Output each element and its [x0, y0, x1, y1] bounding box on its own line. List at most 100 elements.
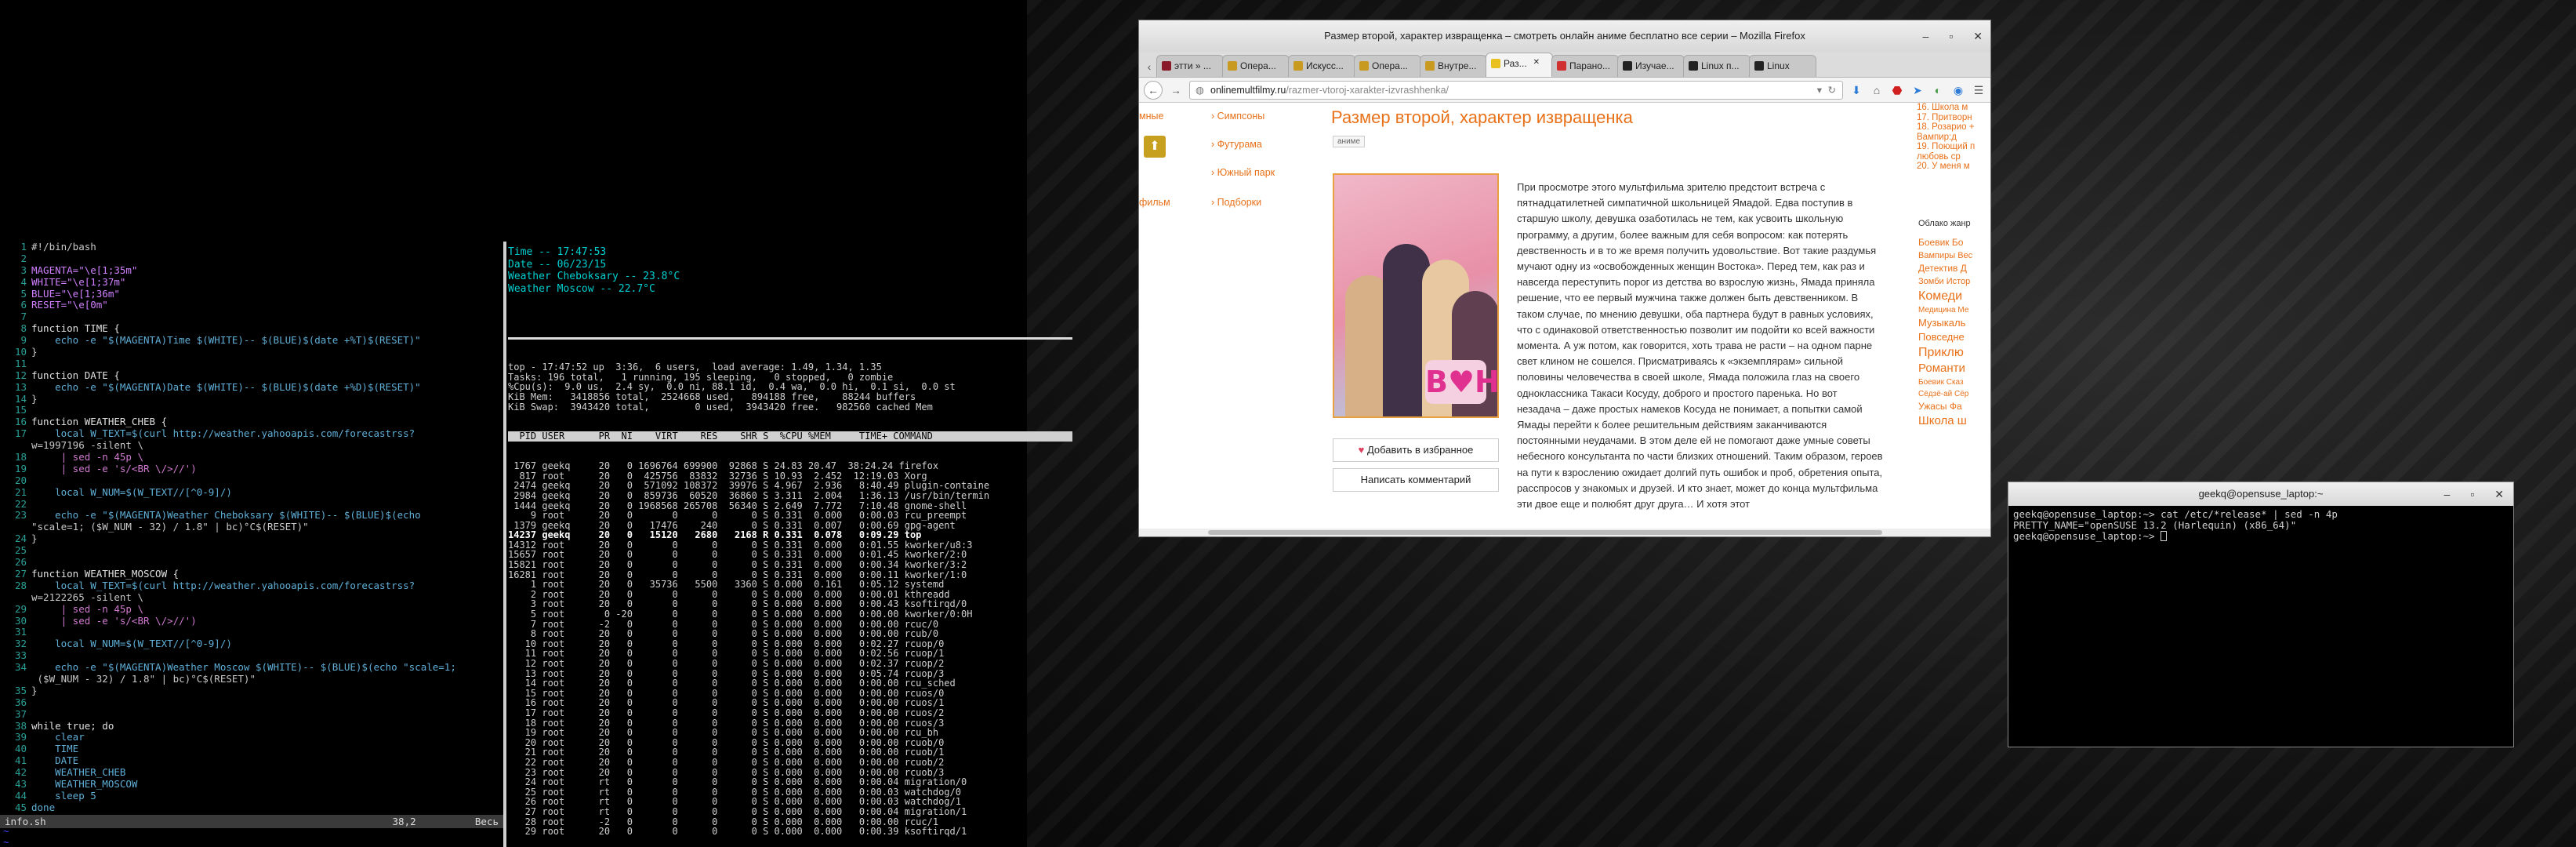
- dropdown-arrow-icon[interactable]: ▾: [1817, 82, 1822, 99]
- write-comment-button[interactable]: Написать комментарий: [1333, 468, 1499, 492]
- browser-tab[interactable]: Опера...: [1222, 55, 1290, 77]
- vim-line: 7: [20, 311, 27, 323]
- minimize-icon[interactable]: –: [1923, 20, 1929, 52]
- browser-tab[interactable]: Раз... ✕: [1486, 53, 1553, 77]
- tab-favicon-icon: [1754, 61, 1764, 71]
- left-menu-item[interactable]: › Симпсоны: [1211, 111, 1264, 122]
- vim-line: 16 function WEATHER_CHEB {: [14, 416, 168, 428]
- top-output[interactable]: top - 17:47:52 up 3:36, 6 users, load av…: [508, 343, 1072, 846]
- left-menu-item[interactable]: › Подборки: [1211, 197, 1261, 208]
- hamburger-menu-icon[interactable]: ☰: [1972, 83, 1986, 97]
- globe-addon-icon[interactable]: ◉: [1951, 83, 1965, 97]
- genre-tag[interactable]: Вампиры Вес: [1918, 249, 1986, 262]
- pane-divider-horizontal[interactable]: [508, 337, 1072, 340]
- vim-line: 23 echo -e "$(MAGENTA)Weather Cheboksary…: [14, 509, 421, 522]
- genre-tag[interactable]: Сёдзё-ай Сёр: [1918, 388, 1986, 400]
- related-list-item[interactable]: 19. Поющий п: [1917, 142, 1975, 152]
- vim-line: 12 function DATE {: [14, 369, 120, 381]
- vim-line: 43 WEATHER_MOSCOW: [14, 777, 138, 790]
- top-process-row: 17 root 20 0 0 0 0 S 0.000 0.000 0:00.00…: [508, 707, 945, 718]
- related-list-item[interactable]: 18. Розарио +: [1917, 122, 1975, 133]
- terminal-window[interactable]: geekq@opensuse_laptop:~ – ▫ ✕ geekq@opensu…: [2008, 482, 2514, 747]
- browser-tab[interactable]: Изучае...: [1617, 55, 1685, 77]
- tab-close-icon[interactable]: ✕: [1533, 58, 1540, 77]
- vim-line: 29 | sed -n 45p \: [14, 602, 143, 615]
- browser-tab[interactable]: Парано...: [1551, 55, 1619, 77]
- browser-tab[interactable]: Linux: [1749, 55, 1816, 77]
- terminal-output[interactable]: geekq@opensuse_laptop:~> cat /etc/*relea…: [2008, 506, 2513, 545]
- add-to-favorites-button[interactable]: ♥ Добавить в избранное: [1333, 438, 1499, 462]
- download-icon[interactable]: ⬇: [1849, 83, 1863, 97]
- adblock-icon[interactable]: ⬣: [1890, 83, 1904, 97]
- vim-line: 35}: [14, 684, 38, 696]
- genre-badge[interactable]: аниме: [1333, 136, 1366, 147]
- genre-tag[interactable]: Ужасы Фа: [1918, 400, 1986, 413]
- home-icon[interactable]: ⌂: [1870, 83, 1884, 97]
- left-menu-item[interactable]: › Футурама: [1211, 139, 1262, 150]
- genre-tag[interactable]: Романти: [1918, 361, 1986, 376]
- left-menu-item[interactable]: › Южный парк: [1211, 167, 1275, 178]
- browser-tab[interactable]: Linux п...: [1683, 55, 1751, 77]
- back-button[interactable]: ←: [1144, 80, 1163, 100]
- genre-tag[interactable]: Боевик Сказ: [1918, 376, 1986, 388]
- close-icon[interactable]: ✕: [1973, 20, 1983, 52]
- related-list-item[interactable]: 20. У меня м: [1917, 162, 1975, 172]
- genre-tag[interactable]: Комеди: [1918, 288, 1986, 304]
- browser-tab[interactable]: этти » ...: [1156, 55, 1224, 77]
- genre-tag[interactable]: Зомби Истор: [1918, 275, 1986, 288]
- genre-tag[interactable]: Медицина Ме: [1918, 304, 1986, 316]
- browser-tab[interactable]: Искусс...: [1288, 55, 1355, 77]
- vim-line: 32 local W_NUM=$(W_TEXT//[^0-9]/): [14, 638, 232, 650]
- left-menu-item[interactable]: мные: [1139, 111, 1163, 122]
- terminal-titlebar[interactable]: geekq@opensuse_laptop:~ – ▫ ✕: [2008, 482, 2513, 506]
- addon-arrow-icon[interactable]: ➤: [1910, 83, 1925, 97]
- tab-label: Искусс...: [1306, 60, 1344, 71]
- tab-scroll-left-icon[interactable]: ‹: [1142, 60, 1156, 74]
- top-process-row: 1 root 20 0 35736 5500 3360 S 0.000 0.16…: [508, 579, 945, 591]
- related-list-item[interactable]: Вампир:д: [1917, 133, 1975, 143]
- web-page[interactable]: мные › Симпсоны ⬆ › Футурама › Южный пар…: [1139, 103, 1990, 536]
- genre-tag[interactable]: Повседне: [1918, 330, 1986, 344]
- extension-icon[interactable]: ◐: [1931, 83, 1945, 97]
- maximize-icon[interactable]: ▫: [2470, 482, 2474, 506]
- url-bar[interactable]: ◍ onlinemultfilmy.ru/razmer-vtoroj-xarak…: [1189, 80, 1843, 100]
- related-list-item[interactable]: 16. Школа м: [1917, 103, 1975, 113]
- genre-tag[interactable]: Музыкаль: [1918, 316, 1986, 330]
- related-list-item[interactable]: любовь ср: [1917, 152, 1975, 162]
- vim-line: "scale=1; ($W_NUM - 32) / 1.8" | bc)°C$(…: [31, 522, 309, 533]
- up-arrow-button[interactable]: ⬆: [1144, 136, 1166, 158]
- vim-line: 11: [14, 357, 27, 369]
- vim-editor[interactable]: 1 #!/bin/bash 2 3 MAGENTA="\e[1;35m" 4 WHITE="…: [0, 241, 503, 847]
- genre-tag[interactable]: Школа ш: [1918, 413, 1986, 429]
- minimize-icon[interactable]: –: [2444, 482, 2451, 506]
- close-icon[interactable]: ✕: [2494, 482, 2504, 506]
- top-process-row: 14237 geekq 20 0 15120 2680 2168 R 0.331…: [508, 529, 922, 541]
- vim-line: 27 function WEATHER_MOSCOW {: [14, 567, 180, 580]
- vim-line: 33: [14, 649, 27, 662]
- top-process-row: 27 root rt 0 0 0 0 S 0.000 0.000 0:00.04…: [508, 805, 967, 817]
- related-list-item[interactable]: 17. Притворн: [1917, 113, 1975, 123]
- genre-tag[interactable]: Приклю: [1918, 344, 1986, 361]
- vim-line: 10}: [14, 346, 38, 358]
- url-path: /razmer-vtoroj-xarakter-izvrashhenka/: [1286, 84, 1449, 96]
- maximize-icon[interactable]: ▫: [1949, 20, 1953, 52]
- top-process-row: 29 root 20 0 0 0 0 S 0.000 0.000 0:00.39…: [508, 826, 967, 838]
- pane-divider[interactable]: [503, 242, 506, 847]
- tab-favicon-icon: [1293, 61, 1303, 71]
- horizontal-scrollbar[interactable]: [1139, 529, 1990, 536]
- tab-favicon-icon: [1491, 59, 1500, 68]
- vim-line: 24}: [14, 533, 38, 545]
- genre-tag[interactable]: Детектив Д: [1918, 262, 1986, 275]
- forward-icon[interactable]: →: [1169, 83, 1183, 97]
- tab-label: Парано...: [1569, 60, 1610, 71]
- vim-line: 3 MAGENTA="\e[1;35m": [20, 264, 138, 276]
- vim-empty-line: ~: [3, 836, 9, 847]
- vim-line: 21 local W_NUM=$(W_TEXT//[^0-9]/): [14, 485, 232, 498]
- firefox-window[interactable]: Размер второй, характер извращенка – смо…: [1138, 20, 1991, 537]
- firefox-titlebar[interactable]: Размер второй, характер извращенка – смо…: [1139, 20, 1990, 52]
- browser-tab[interactable]: Внутре...: [1420, 55, 1487, 77]
- genre-tag[interactable]: Боевик Бо: [1918, 236, 1986, 249]
- browser-tab[interactable]: Опера...: [1354, 55, 1421, 77]
- left-menu-item[interactable]: фильм: [1139, 197, 1170, 208]
- reload-icon[interactable]: ↻: [1828, 82, 1836, 99]
